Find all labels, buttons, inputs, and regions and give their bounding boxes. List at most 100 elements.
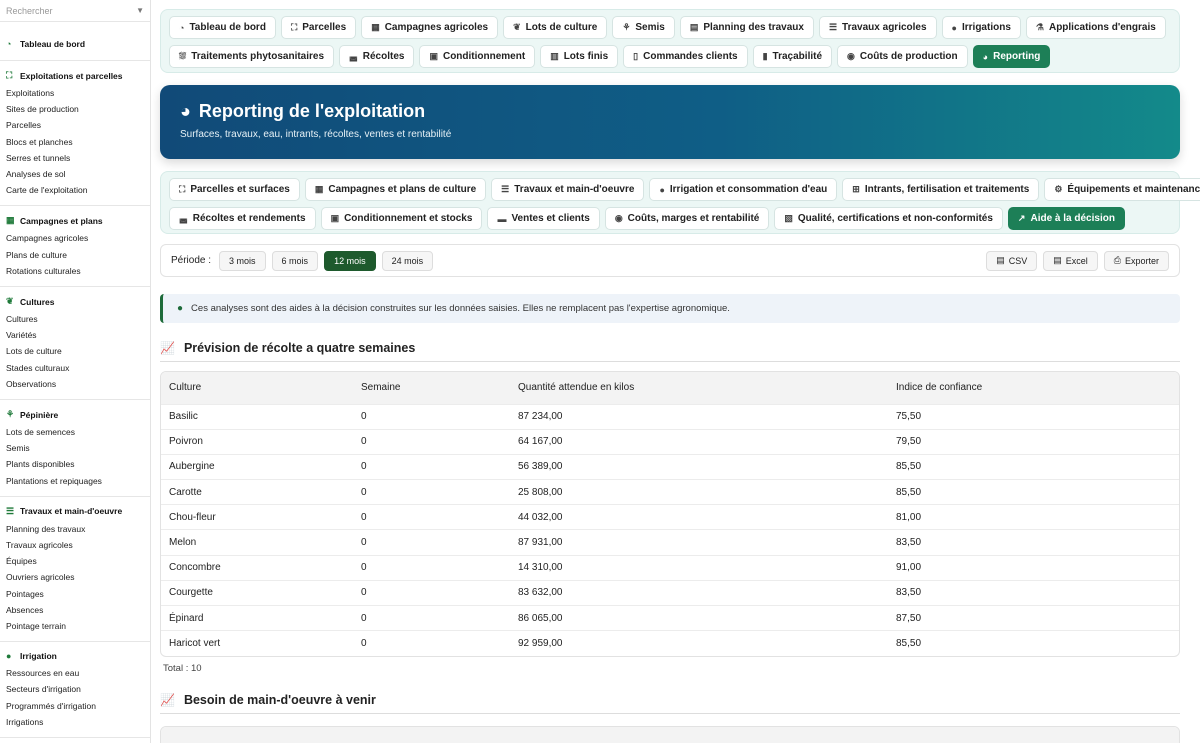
tab-r-coltes-et-rendements[interactable]: ◛ Récoltes et rendements [169,207,316,230]
tab-co-ts-de-production[interactable]: ◉ Coûts de production [837,45,968,68]
column-header[interactable]: Indice de confiance [888,372,1179,404]
tab-conditionnement-et-stocks[interactable]: ▣ Conditionnement et stocks [320,207,483,230]
sidebar-section-5[interactable]: ⚘ Pépinière [0,406,150,424]
sidebar-item[interactable]: Parcelles [0,117,150,133]
export-exporter-button[interactable]: ⎙ Exporter [1103,250,1169,271]
sidebar-section-2[interactable]: ⛶ Exploitations et parcelles [0,67,150,85]
sidebar-section-4[interactable]: ❦ Cultures [0,293,150,311]
trend-icon: 📈 [160,693,175,707]
tab-travaux-agricoles[interactable]: ☰ Travaux agricoles [818,16,937,39]
search-input[interactable]: Rechercher [6,6,53,16]
tab-travaux-et-main-d-oeuvre[interactable]: ☰ Travaux et main-d'oeuvre [491,178,645,201]
column-header[interactable]: Nombre d'ouvriers [931,738,1179,743]
tab-campagnes-et-plans-de-culture[interactable]: ▦ Campagnes et plans de culture [304,178,487,201]
tab-applications-d-engrais[interactable]: ⚗ Applications d'engrais [1025,16,1166,39]
sidebar-item[interactable]: Ressources en eau [0,665,150,681]
sidebar-item[interactable]: Plans de culture [0,247,150,263]
column-header[interactable]: Travaux agricoles [472,738,712,743]
sidebar-item[interactable]: Ouvriers agricoles [0,569,150,585]
sidebar-item[interactable]: Absences [0,602,150,618]
table-cell: 25 808,00 [510,479,888,505]
search-select[interactable]: Rechercher ▼ [0,0,150,22]
period-option-6-mois[interactable]: 6 mois [271,250,319,271]
tab-co-ts-marges-et-rentabilit-[interactable]: ◉ Coûts, marges et rentabilité [604,207,770,230]
sidebar-item[interactable]: Travaux agricoles [0,537,150,553]
sidebar-item[interactable]: Équipes [0,553,150,569]
tab-planning-des-travaux[interactable]: ▤ Planning des travaux [679,16,814,39]
sidebar-item[interactable]: Lots de culture [0,343,150,359]
sidebar-item[interactable]: Sites de production [0,101,150,117]
tab-conditionnement[interactable]: ▣ Conditionnement [419,45,536,68]
tab-lots-de-culture[interactable]: ❦ Lots de culture [503,16,608,39]
table-row: Basilic 0 87 234,00 75,50 [161,403,1179,430]
sidebar-item[interactable]: Observations [0,376,150,392]
tab-semis[interactable]: ⚘ Semis [612,16,675,39]
table-row: Poivron 0 64 167,00 79,50 [161,428,1179,455]
sidebar-item[interactable]: Irrigations [0,714,150,730]
sidebar-section-3[interactable]: ▦ Campagnes et plans [0,212,150,230]
sidebar-section-6[interactable]: ☰ Travaux et main-d'oeuvre [0,503,150,521]
column-header[interactable]: Culture [161,372,353,404]
tab-label: Conditionnement et stocks [344,213,473,224]
sidebar-section-7[interactable]: ● Irrigation [0,648,150,665]
sidebar-item[interactable]: Rotations culturales [0,263,150,279]
sidebar-item[interactable]: Plants disponibles [0,456,150,472]
tab-r-coltes[interactable]: ◛ Récoltes [339,45,415,68]
tab-commandes-clients[interactable]: ▯ Commandes clients [623,45,748,68]
export-excel-button[interactable]: ▤ Excel [1043,250,1098,271]
tab-label: Travaux agricoles [842,22,927,33]
sidebar-item[interactable]: Secteurs d'irrigation [0,681,150,697]
tab-tableau-de-bord[interactable]: ◔ Tableau de bord [169,16,276,39]
tab-aide-la-d-cision[interactable]: ↗ Aide à la décision [1007,207,1125,230]
sidebar-item[interactable]: Programmés d'irrigation [0,698,150,714]
sidebar-item[interactable]: Plantations et repiquages [0,473,150,489]
tab-label: Ventes et clients [511,213,590,224]
column-header[interactable]: Type de travail [161,738,472,743]
sidebar-item[interactable]: Planning des travaux [0,521,150,537]
table-row: Concombre 0 14 310,00 91,00 [161,554,1179,581]
column-header[interactable]: Heures prévues [712,738,932,743]
pie-chart-icon: ◕ [180,101,191,121]
export-csv-button[interactable]: ▤ CSV [986,250,1038,271]
sidebar-item[interactable]: Cultures [0,311,150,327]
sidebar-item[interactable]: Blocs et planches [0,134,150,150]
sidebar-item[interactable]: Stades culturaux [0,360,150,376]
tab-label: Tableau de bord [189,22,266,33]
tab-lots-finis[interactable]: ▥ Lots finis [540,45,619,68]
tab-ventes-et-clients[interactable]: ▬ Ventes et clients [487,207,600,230]
sidebar-item[interactable]: Carte de l'exploitation [0,182,150,198]
sidebar-item[interactable]: Campagnes agricoles [0,230,150,246]
tab-campagnes-agricoles[interactable]: ▦ Campagnes agricoles [361,16,499,39]
tab-irrigation-et-consommation-d-eau[interactable]: ● Irrigation et consommation d'eau [649,178,838,201]
tab-qualit-certifications-et-non-conformit-s[interactable]: ▧ Qualité, certifications et non-conformi… [774,207,1003,230]
column-header[interactable]: Semaine [353,372,510,404]
period-option-24-mois[interactable]: 24 mois [381,250,434,271]
tab-reporting[interactable]: ◕ Reporting [972,45,1051,68]
chevron-down-icon[interactable]: ▼ [136,6,144,15]
tab-intrants-fertilisation-et-traitements[interactable]: ⊞ Intrants, fertilisation et traitements [842,178,1040,201]
sidebar-item[interactable]: Pointages [0,586,150,602]
period-label: Période : [171,255,212,266]
tab-irrigations[interactable]: ● Irrigations [941,16,1021,39]
tab-parcelles[interactable]: ⛶ Parcelles [280,16,357,39]
sidebar-item[interactable]: Variétés [0,327,150,343]
sidebar-item[interactable]: Serres et tunnels [0,150,150,166]
sidebar-item[interactable]: Pointage terrain [0,618,150,634]
tab-label: Traçabilité [772,51,823,62]
period-option-3-mois[interactable]: 3 mois [219,250,266,271]
sidebar-section-1[interactable]: ◔ Tableau de bord [0,36,150,53]
file-csv-icon: ▤ [996,255,1005,265]
tab-tra-abilit-[interactable]: ▮ Traçabilité [752,45,833,68]
table-cell: Aubergine [161,453,353,480]
tab-traitements-phytosanitaires[interactable]: ⛆ Traitements phytosanitaires [169,45,335,68]
coins-icon: ◉ [614,213,623,223]
column-header[interactable]: Quantité attendue en kilos [510,372,888,404]
tab--quipements-et-maintenance[interactable]: ⚙ Équipements et maintenance [1044,178,1200,201]
calendar-icon: ▦ [6,215,15,226]
sidebar-item[interactable]: Analyses de sol [0,166,150,182]
period-option-12-mois[interactable]: 12 mois [324,250,376,271]
sidebar-item[interactable]: Semis [0,440,150,456]
sidebar-item[interactable]: Lots de semences [0,424,150,440]
sidebar-item[interactable]: Exploitations [0,85,150,101]
tab-parcelles-et-surfaces[interactable]: ⛶ Parcelles et surfaces [169,178,300,201]
